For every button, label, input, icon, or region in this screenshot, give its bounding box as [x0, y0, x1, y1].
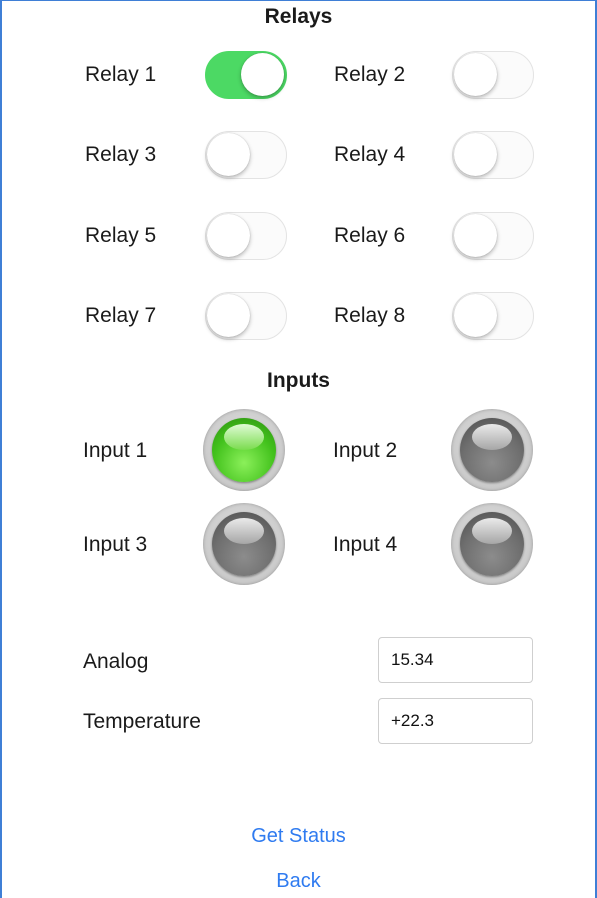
relay-3-label: Relay 3	[85, 143, 157, 166]
temperature-value-field[interactable]	[378, 698, 533, 744]
input-3-label: Input 3	[83, 533, 148, 556]
back-button[interactable]: Back	[0, 870, 597, 893]
input-1-label: Input 1	[83, 439, 148, 462]
relay-7-label: Relay 7	[85, 304, 157, 327]
indicator-lens	[460, 512, 524, 576]
relay-6-switch[interactable]	[452, 212, 534, 260]
inputs-heading: Inputs	[267, 369, 330, 392]
analog-value-field[interactable]	[378, 637, 533, 683]
input-4-label: Input 4	[333, 533, 398, 556]
relay-5-label: Relay 5	[85, 224, 157, 247]
relay-4-switch[interactable]	[452, 131, 534, 179]
relay-6-label: Relay 6	[334, 224, 406, 247]
switch-knob	[454, 133, 497, 176]
analog-label: Analog	[83, 650, 149, 673]
input-3-indicator-light	[203, 503, 285, 585]
switch-knob	[207, 294, 250, 337]
switch-knob	[241, 53, 284, 96]
relay-7-switch[interactable]	[205, 292, 287, 340]
input-4-indicator-light	[451, 503, 533, 585]
input-2-indicator-light	[451, 409, 533, 491]
relay-3-switch[interactable]	[205, 131, 287, 179]
relay-2-switch[interactable]	[452, 51, 534, 99]
relay-8-switch[interactable]	[452, 292, 534, 340]
indicator-lens	[460, 418, 524, 482]
switch-knob	[454, 53, 497, 96]
indicator-lens	[212, 512, 276, 576]
switch-knob	[207, 214, 250, 257]
relays-heading: Relays	[264, 5, 333, 28]
indicator-lens	[212, 418, 276, 482]
input-1-indicator-light	[203, 409, 285, 491]
relay-4-label: Relay 4	[334, 143, 406, 166]
get-status-button[interactable]: Get Status	[0, 825, 597, 848]
temperature-label: Temperature	[83, 710, 201, 733]
input-2-label: Input 2	[333, 439, 398, 462]
relay-1-label: Relay 1	[85, 63, 157, 86]
relay-8-label: Relay 8	[334, 304, 406, 327]
relay-2-label: Relay 2	[334, 63, 406, 86]
switch-knob	[454, 294, 497, 337]
relay-5-switch[interactable]	[205, 212, 287, 260]
switch-knob	[207, 133, 250, 176]
switch-knob	[454, 214, 497, 257]
relay-1-switch[interactable]	[205, 51, 287, 99]
